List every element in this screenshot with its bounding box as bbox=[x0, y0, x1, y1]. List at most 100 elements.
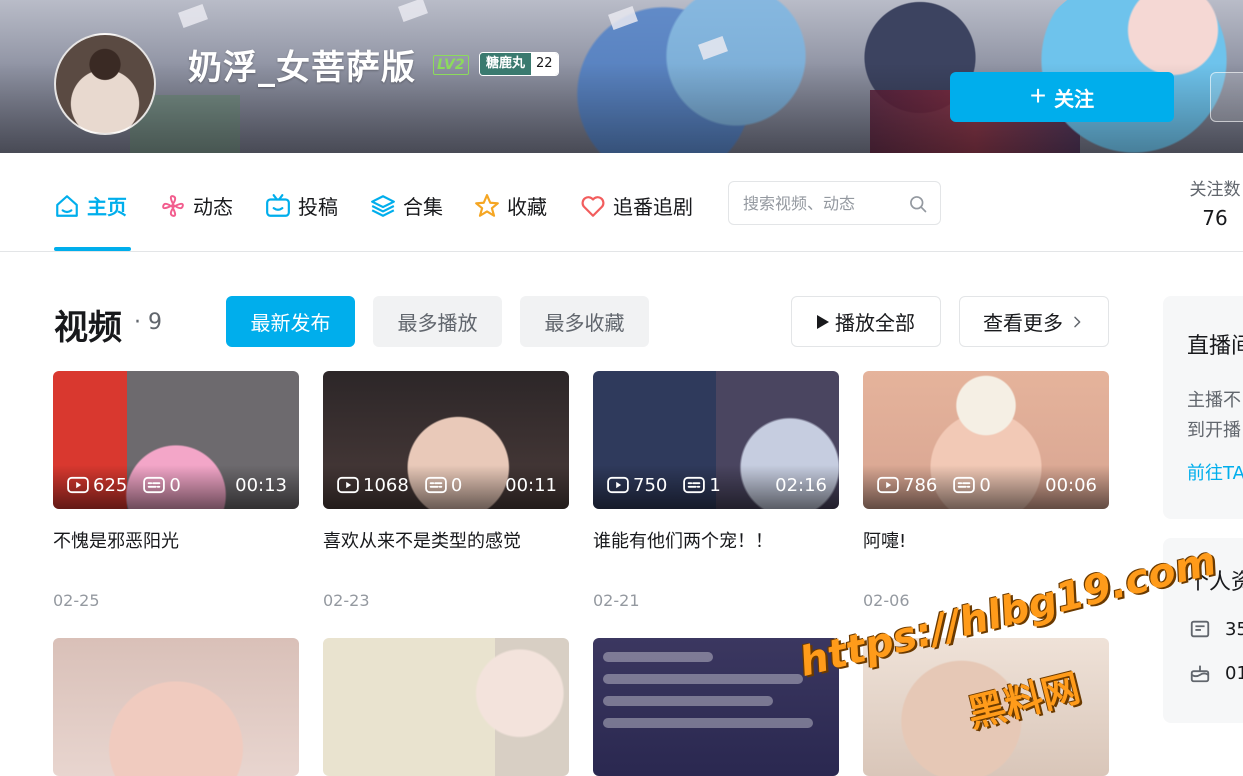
profile-nav: 主页 动态 投稿 合集 收藏 追番追剧 关注数 76 bbox=[0, 153, 1243, 252]
danmaku-icon bbox=[683, 476, 706, 494]
video-card[interactable]: 750 1 02:16 谁能有他们两个宠！！ 02-21 bbox=[593, 371, 839, 610]
video-card[interactable] bbox=[53, 638, 299, 776]
live-room-link[interactable]: 前往TA bbox=[1187, 459, 1243, 485]
video-date: 02-21 bbox=[593, 591, 640, 610]
video-card[interactable]: 1068 0 00:11 喜欢从来不是类型的感觉 02-23 bbox=[323, 371, 569, 610]
see-more-button[interactable]: 查看更多 bbox=[959, 296, 1109, 347]
see-more-label: 查看更多 bbox=[983, 311, 1063, 335]
play-count-icon bbox=[67, 476, 89, 494]
danmaku-icon bbox=[425, 476, 447, 494]
danmaku-icon bbox=[143, 476, 166, 494]
id-card-icon bbox=[1190, 620, 1210, 638]
tab-home-label: 主页 bbox=[87, 195, 127, 219]
fan-medal-name: 糖鹿丸 bbox=[480, 53, 532, 75]
video-thumbnail[interactable] bbox=[323, 638, 569, 776]
fan-medal[interactable]: 糖鹿丸 22 bbox=[479, 52, 559, 76]
video-date: 02-25 bbox=[53, 591, 100, 610]
play-count-icon bbox=[877, 476, 899, 494]
play-count-icon bbox=[607, 476, 629, 494]
profile-banner: 奶浮_女菩萨版 LV2 糖鹿丸 22 + 关注 bbox=[0, 0, 1243, 153]
video-thumbnail[interactable]: 625 0 00:13 bbox=[53, 371, 299, 509]
username: 奶浮_女菩萨版 bbox=[188, 48, 416, 88]
chat-line-decoration bbox=[603, 696, 773, 706]
search-input[interactable] bbox=[743, 182, 903, 224]
avatar[interactable] bbox=[54, 33, 156, 135]
danmaku-count: 0 bbox=[450, 474, 463, 496]
chevron-right-icon bbox=[1074, 316, 1081, 327]
video-title[interactable]: 喜欢从来不是类型的感觉 bbox=[323, 527, 569, 553]
video-duration: 02:16 bbox=[775, 474, 827, 496]
tab-collections[interactable]: 合集 bbox=[370, 191, 443, 220]
following-stat[interactable]: 关注数 76 bbox=[1180, 175, 1243, 230]
video-stats: 625 0 00:13 bbox=[53, 465, 299, 509]
follow-button-label: 关注 bbox=[1054, 88, 1095, 111]
message-button[interactable] bbox=[1210, 72, 1243, 122]
video-thumbnail[interactable]: 786 0 00:06 bbox=[863, 371, 1109, 509]
video-card[interactable] bbox=[323, 638, 569, 776]
follow-button[interactable]: + 关注 bbox=[950, 72, 1174, 122]
heart-icon bbox=[581, 195, 605, 217]
tab-latest[interactable]: 最新发布 bbox=[226, 296, 355, 347]
search-icon[interactable] bbox=[908, 194, 928, 214]
video-title[interactable]: 阿嚏! bbox=[863, 527, 1109, 553]
space-search bbox=[728, 181, 941, 225]
info-row: 35 bbox=[1189, 618, 1243, 640]
star-icon bbox=[475, 193, 499, 217]
video-duration: 00:06 bbox=[1045, 474, 1097, 496]
chat-line-decoration bbox=[603, 674, 803, 684]
video-title[interactable]: 谁能有他们两个宠！！ bbox=[593, 527, 839, 553]
tab-collections-label: 合集 bbox=[403, 195, 443, 219]
danmaku-icon bbox=[953, 476, 976, 494]
tab-bangumi-label: 追番追剧 bbox=[613, 195, 693, 219]
tab-favorites-label: 收藏 bbox=[507, 195, 547, 219]
tab-most-favorited[interactable]: 最多收藏 bbox=[520, 296, 649, 347]
section-title: 视频 bbox=[54, 308, 122, 348]
plus-icon: + bbox=[1029, 79, 1047, 111]
level-badge: LV2 bbox=[433, 55, 469, 75]
section-count: · 9 bbox=[134, 310, 162, 335]
play-count: 1068 bbox=[363, 474, 409, 496]
danmaku-count: 0 bbox=[979, 474, 991, 496]
play-all-label: 播放全部 bbox=[835, 311, 915, 335]
tab-uploads-label: 投稿 bbox=[298, 195, 338, 219]
tab-bangumi[interactable]: 追番追剧 bbox=[580, 191, 693, 220]
info-row: 01 bbox=[1189, 662, 1243, 684]
live-room-text: 到开播 bbox=[1187, 420, 1241, 441]
video-thumbnail[interactable]: 750 1 02:16 bbox=[593, 371, 839, 509]
tab-most-played[interactable]: 最多播放 bbox=[373, 296, 502, 347]
tab-dynamic-label: 动态 bbox=[193, 195, 233, 219]
tv-icon bbox=[266, 193, 290, 217]
video-date: 02-23 bbox=[323, 591, 370, 610]
live-room-card: 直播间 主播不 到开播 前往TA bbox=[1163, 296, 1243, 519]
video-stats: 786 0 00:06 bbox=[863, 465, 1109, 509]
tab-dynamic[interactable]: 动态 bbox=[160, 191, 233, 220]
tab-uploads[interactable]: 投稿 bbox=[265, 191, 338, 220]
danmaku-count: 1 bbox=[709, 474, 721, 496]
video-duration: 00:13 bbox=[235, 474, 287, 496]
following-count: 76 bbox=[1202, 206, 1228, 230]
play-all-button[interactable]: 播放全部 bbox=[791, 296, 941, 347]
live-room-title: 直播间 bbox=[1187, 334, 1243, 359]
active-tab-indicator bbox=[54, 247, 131, 251]
play-count: 750 bbox=[633, 474, 668, 496]
following-label: 关注数 bbox=[1189, 180, 1241, 200]
tab-favorites[interactable]: 收藏 bbox=[474, 191, 547, 220]
tab-home[interactable]: 主页 bbox=[54, 191, 127, 220]
info-row-value: 01 bbox=[1225, 662, 1243, 684]
danmaku-count: 0 bbox=[169, 474, 181, 496]
info-row-value: 35 bbox=[1225, 618, 1243, 640]
video-title[interactable]: 不愧是邪恶阳光 bbox=[53, 527, 299, 553]
video-card[interactable]: 625 0 00:13 不愧是邪恶阳光 02-25 bbox=[53, 371, 299, 610]
confetti-decoration bbox=[178, 4, 208, 28]
cake-icon bbox=[1190, 665, 1210, 683]
video-stats: 1068 0 00:11 bbox=[323, 465, 569, 509]
play-count-icon bbox=[337, 476, 359, 494]
video-duration: 00:11 bbox=[505, 474, 557, 496]
live-room-text: 主播不 bbox=[1187, 390, 1241, 411]
chat-line-decoration bbox=[603, 652, 713, 662]
video-thumbnail[interactable] bbox=[53, 638, 299, 776]
video-thumbnail[interactable]: 1068 0 00:11 bbox=[323, 371, 569, 509]
chat-line-decoration bbox=[603, 718, 813, 728]
play-icon bbox=[817, 314, 829, 329]
confetti-decoration bbox=[398, 0, 428, 22]
